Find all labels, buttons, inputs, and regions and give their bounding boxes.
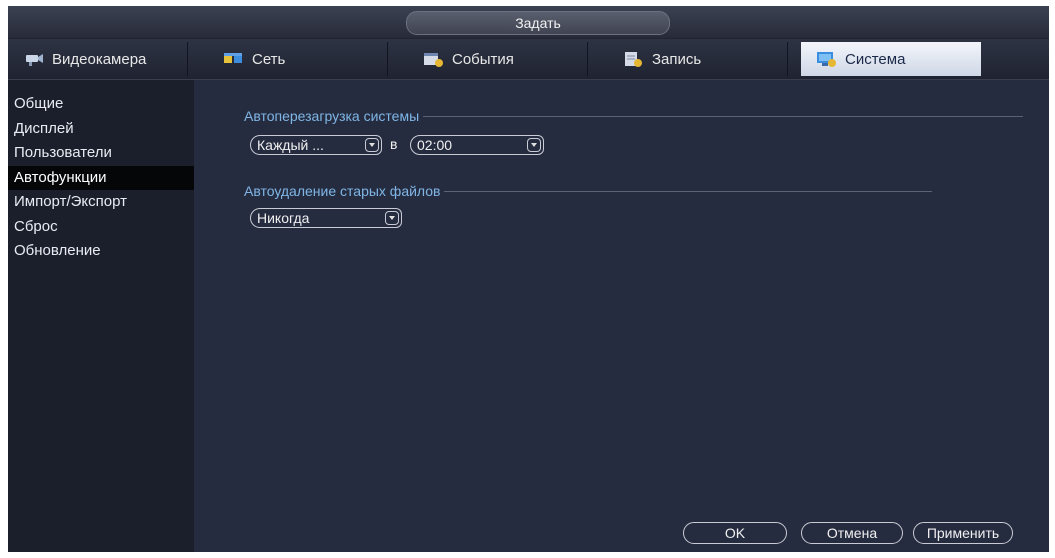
tab-label: Запись bbox=[652, 50, 702, 68]
sidebar-item-users[interactable]: Пользователи bbox=[8, 141, 194, 166]
ok-button[interactable]: OK bbox=[683, 522, 787, 544]
sidebar-item-general[interactable]: Общие bbox=[8, 92, 194, 117]
reboot-time-value: 02:00 bbox=[417, 137, 453, 153]
cancel-button[interactable]: Отмена bbox=[801, 522, 903, 544]
tab-record[interactable]: Запись bbox=[608, 42, 788, 76]
sidebar-item-reset[interactable]: Сброс bbox=[8, 215, 194, 240]
main-panel: Автоперезагрузка системы Каждый ... в 02… bbox=[194, 80, 1049, 552]
network-icon bbox=[224, 53, 242, 63]
auto-reboot-section: Автоперезагрузка системы bbox=[244, 108, 1024, 124]
tab-network[interactable]: Сеть bbox=[208, 42, 388, 76]
tab-bar: Видеокамера Сеть События Запись Система bbox=[8, 39, 1049, 80]
sidebar-item-import-export[interactable]: Импорт/Экспорт bbox=[8, 190, 194, 215]
reboot-period-value: Каждый ... bbox=[257, 137, 324, 153]
record-icon bbox=[625, 52, 642, 67]
apply-button[interactable]: Применить bbox=[913, 522, 1013, 544]
delete-old-files-select[interactable]: Никогда bbox=[250, 208, 402, 228]
tab-label: События bbox=[452, 50, 514, 68]
tab-label: Видеокамера bbox=[52, 50, 147, 68]
section-divider bbox=[444, 190, 933, 192]
delete-old-files-value: Никогда bbox=[257, 210, 310, 226]
auto-reboot-title: Автоперезагрузка системы bbox=[244, 108, 420, 124]
sidebar-item-display[interactable]: Дисплей bbox=[8, 117, 194, 142]
tab-label: Система bbox=[845, 50, 906, 68]
reboot-time-select[interactable]: 02:00 bbox=[410, 135, 544, 155]
sidebar: Общие Дисплей Пользователи Автофункции И… bbox=[8, 80, 194, 552]
chevron-down-icon bbox=[385, 211, 399, 225]
tab-camera[interactable]: Видеокамера bbox=[8, 42, 188, 76]
auto-delete-title: Автоудаление старых файлов bbox=[244, 183, 441, 199]
reboot-period-select[interactable]: Каждый ... bbox=[250, 135, 382, 155]
tab-events[interactable]: События bbox=[408, 42, 588, 76]
chevron-down-icon bbox=[527, 138, 541, 152]
events-icon bbox=[424, 53, 443, 67]
settings-window: Задать Видеокамера Сеть События Запись С… bbox=[8, 6, 1049, 552]
tab-system[interactable]: Система bbox=[801, 42, 981, 76]
title-bar: Задать bbox=[8, 6, 1049, 38]
tab-label: Сеть bbox=[252, 50, 286, 68]
window-title: Задать bbox=[406, 11, 670, 35]
sidebar-item-auto-functions[interactable]: Автофункции bbox=[8, 165, 194, 190]
auto-delete-section: Автоудаление старых файлов bbox=[244, 183, 933, 199]
section-divider bbox=[423, 115, 1024, 117]
sidebar-item-update[interactable]: Обновление bbox=[8, 239, 194, 264]
at-label: в bbox=[390, 136, 398, 152]
system-icon bbox=[817, 52, 836, 67]
camera-icon bbox=[26, 54, 43, 66]
chevron-down-icon bbox=[365, 138, 379, 152]
